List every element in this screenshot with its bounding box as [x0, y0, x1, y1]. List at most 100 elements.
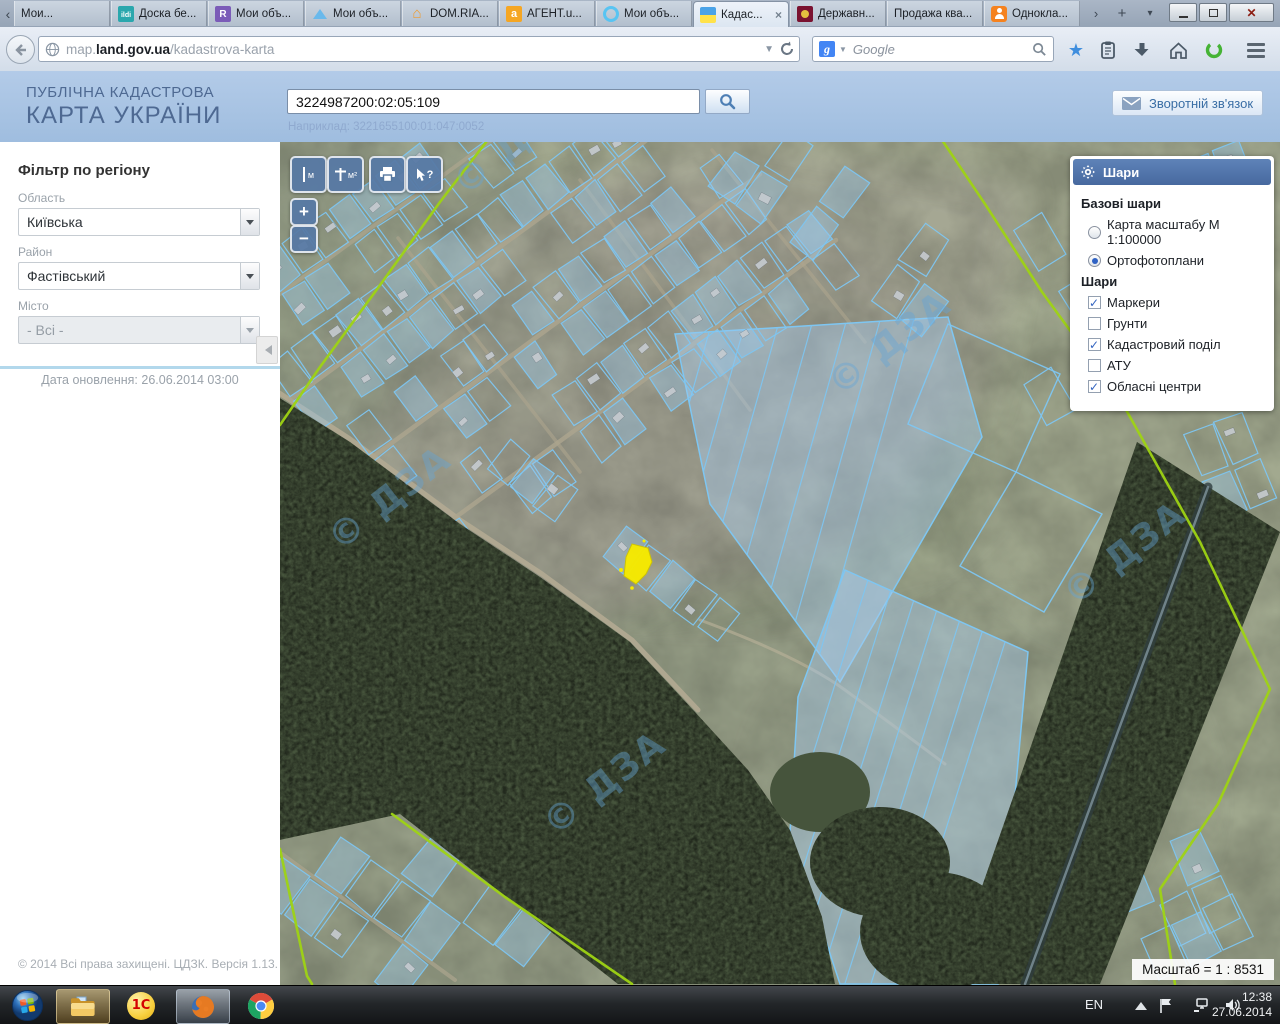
tab-9[interactable]: Продажа ква... — [887, 1, 983, 26]
tab-strip: ‹ Мои...Доска бе...Мои объ...Мои объ...D… — [0, 0, 1280, 28]
explorer-taskbar-button[interactable] — [56, 989, 110, 1024]
firefox-taskbar-button[interactable] — [176, 989, 230, 1024]
site-header: ПУБЛІЧНА КАДАСТРОВА КАРТА УКРАЇНИ Наприк… — [0, 71, 1280, 142]
raion-select[interactable]: Фастівський — [18, 262, 260, 290]
layers-panel-header[interactable]: Шари — [1073, 159, 1271, 185]
extension-icon[interactable] — [1202, 38, 1226, 62]
identify-button[interactable]: ? — [406, 156, 443, 193]
checkbox-icon[interactable] — [1088, 359, 1101, 372]
tab-1[interactable]: Доска бе... — [111, 1, 207, 26]
tab-0[interactable]: Мои... — [14, 1, 110, 26]
search-example-hint: Наприклад: 3221655100:01:047:0052 — [288, 121, 484, 133]
raion-label: Район — [18, 245, 260, 259]
tab-6[interactable]: Мои объ... — [596, 1, 692, 26]
layer-option-2[interactable]: Кадастровий поділ — [1088, 337, 1267, 352]
chrome-icon — [247, 992, 275, 1020]
tab-8[interactable]: Державн... — [790, 1, 886, 26]
measure-length-button[interactable]: м — [290, 156, 327, 193]
feedback-button[interactable]: Зворотній зв'язок — [1112, 90, 1263, 116]
tab-close-icon[interactable]: × — [775, 9, 782, 21]
minimize-icon — [1179, 13, 1188, 18]
layer-option-3[interactable]: АТУ — [1088, 358, 1267, 373]
tab-10[interactable]: Однокла... — [984, 1, 1080, 26]
back-button[interactable] — [6, 35, 35, 64]
layer-option-4[interactable]: Обласні центри — [1088, 379, 1267, 394]
chrome-taskbar-button[interactable] — [240, 989, 282, 1022]
web-search-input[interactable] — [851, 41, 1028, 58]
feedback-label: Зворотній зв'язок — [1149, 96, 1253, 111]
measure-area-button[interactable]: м² — [327, 156, 364, 193]
checkbox-icon[interactable] — [1088, 317, 1101, 330]
select-dropdown-icon[interactable] — [240, 209, 259, 235]
tab-scroll-right-icon[interactable]: › — [1086, 5, 1106, 23]
layer-label: Обласні центри — [1107, 379, 1201, 394]
radio-icon[interactable] — [1088, 254, 1101, 267]
copyright: © 2014 Всі права захищені. ЦДЗК. Версія … — [18, 957, 278, 971]
radio-icon[interactable] — [1088, 226, 1101, 239]
tab-4[interactable]: DOM.RIA... — [402, 1, 498, 26]
close-button[interactable]: ✕ — [1229, 3, 1274, 22]
show-hidden-icons-icon[interactable] — [1135, 1002, 1147, 1010]
base-layer-option-1[interactable]: Ортофотоплани — [1088, 253, 1267, 268]
sidebar-collapse-button[interactable] — [256, 336, 278, 364]
new-tab-button[interactable]: + — [1112, 5, 1132, 23]
filter-title: Фільтр по регіону — [18, 162, 260, 179]
menu-hamburger-icon[interactable] — [1244, 38, 1268, 62]
checkbox-icon[interactable] — [1088, 338, 1101, 351]
tab-label: АГЕНТ.u... — [527, 8, 582, 20]
zoom-out-button[interactable]: − — [290, 225, 318, 253]
site-logo-line1: ПУБЛІЧНА КАДАСТРОВА — [26, 84, 214, 101]
base-layer-option-0[interactable]: Карта масштабу М 1:100000 — [1088, 217, 1267, 247]
start-button[interactable] — [8, 989, 46, 1022]
maximize-button[interactable] — [1199, 3, 1227, 22]
url-bar[interactable]: map.land.gov.ua/kadastrova-karta ▼ — [38, 36, 800, 62]
network-icon[interactable] — [1193, 998, 1210, 1012]
close-icon: ✕ — [1246, 7, 1256, 19]
system-tray: EN 12:38 27.06.2014 — [1055, 986, 1280, 1024]
tab-label: Продажа ква... — [894, 8, 972, 20]
ok-favicon-icon — [991, 6, 1007, 22]
zoom-in-button[interactable]: + — [290, 198, 318, 226]
list-all-tabs-button[interactable]: ▾ — [1140, 5, 1160, 23]
domria-favicon-icon — [409, 6, 425, 22]
oblast-select[interactable]: Київська — [18, 208, 260, 236]
minimize-button[interactable] — [1169, 3, 1197, 22]
search-magnifier-icon[interactable] — [1032, 42, 1047, 57]
select-dropdown-icon[interactable] — [240, 263, 259, 289]
clock[interactable]: 12:38 27.06.2014 — [1212, 990, 1272, 1020]
checkbox-icon[interactable] — [1088, 296, 1101, 309]
search-bar[interactable]: g ▼ — [812, 36, 1054, 62]
tab-label: Державн... — [818, 8, 875, 20]
layer-option-1[interactable]: Грунти — [1088, 316, 1267, 331]
tab-7[interactable]: Кадас...× — [693, 1, 789, 27]
bookmarks-menu-icon[interactable] — [1096, 38, 1120, 62]
tab-scroll-left-icon[interactable]: ‹ — [1, 4, 15, 24]
home-icon[interactable] — [1166, 38, 1190, 62]
urlbar-dropdown-icon[interactable]: ▼ — [759, 44, 779, 55]
misto-label: Місто — [18, 299, 260, 313]
tab-label: Мои объ... — [333, 8, 388, 20]
tab-5[interactable]: АГЕНТ.u... — [499, 1, 595, 26]
search-engine-dropdown-icon[interactable]: ▼ — [839, 45, 847, 54]
print-button[interactable] — [369, 156, 406, 193]
layer-option-0[interactable]: Маркери — [1088, 295, 1267, 310]
reload-icon[interactable] — [779, 41, 795, 57]
cadastre-search-button[interactable] — [705, 89, 750, 114]
1c-taskbar-button[interactable]: 1С — [120, 989, 162, 1022]
language-indicator[interactable]: EN — [1085, 997, 1103, 1012]
print-icon — [379, 167, 396, 182]
map-area[interactable]: © ДЗА© ДЗА© ДЗА© ДЗА© ДЗА м м² — [280, 142, 1280, 985]
downloads-icon[interactable] — [1130, 38, 1154, 62]
windows-start-icon — [11, 989, 44, 1022]
action-center-flag-icon[interactable] — [1159, 998, 1172, 1013]
tab-2[interactable]: Мои объ... — [208, 1, 304, 26]
bookmark-star-icon[interactable]: ★ — [1064, 38, 1088, 62]
explorer-icon — [69, 995, 97, 1019]
tab-3[interactable]: Мои объ... — [305, 1, 401, 26]
envelope-icon — [1122, 97, 1141, 110]
cadastre-search-input[interactable] — [287, 89, 700, 114]
emblem-favicon-icon — [797, 6, 813, 22]
ildi-favicon-icon — [118, 6, 134, 22]
checkbox-icon[interactable] — [1088, 380, 1101, 393]
navigation-bar: map.land.gov.ua/kadastrova-karta ▼ g ▼ ★ — [0, 27, 1280, 72]
